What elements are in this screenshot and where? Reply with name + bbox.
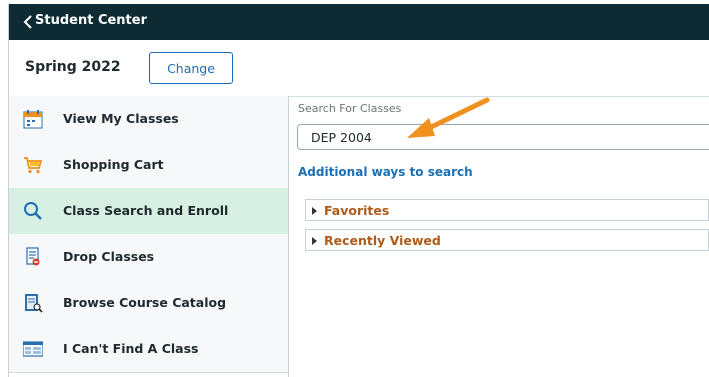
class-list-icon (23, 341, 43, 357)
annotation-arrow-icon (407, 97, 490, 138)
sidebar-item-label: Shopping Cart (63, 157, 164, 172)
drop-document-icon (26, 247, 40, 266)
sidebar-item-label: I Can't Find A Class (63, 341, 199, 356)
sidebar-item-label: View My Classes (63, 111, 179, 126)
favorites-section-toggle[interactable]: Favorites (305, 199, 709, 221)
shopping-cart-icon (24, 157, 43, 174)
sidebar-item-drop-classes[interactable]: Drop Classes (9, 234, 288, 281)
search-label: Search For Classes (298, 102, 402, 115)
app-frame: Student Center Spring 2022 Change View M… (8, 4, 709, 377)
term-name: Spring 2022 (25, 59, 121, 75)
sidebar-item-label: Class Search and Enroll (63, 203, 229, 218)
additional-ways-to-search-link[interactable]: Additional ways to search (298, 165, 473, 179)
sidebar: View My Classes Shopping Cart Class Sear… (9, 96, 289, 377)
sidebar-item-label: Browse Course Catalog (63, 295, 227, 310)
change-term-button[interactable]: Change (149, 52, 233, 84)
section-label: Favorites (324, 203, 390, 218)
sidebar-item-shopping-cart[interactable]: Shopping Cart (9, 142, 288, 189)
catalog-search-icon (25, 294, 43, 313)
top-bar: Student Center (9, 4, 709, 40)
sidebar-item-browse-course-catalog[interactable]: Browse Course Catalog (9, 280, 288, 327)
caret-right-icon (312, 207, 317, 215)
search-icon (24, 202, 42, 220)
sidebar-item-i-cant-find-a-class[interactable]: I Can't Find A Class (9, 326, 288, 373)
back-link-student-center[interactable]: Student Center (35, 13, 147, 28)
recently-viewed-section-toggle[interactable]: Recently Viewed (305, 229, 709, 251)
sidebar-item-view-my-classes[interactable]: View My Classes (9, 96, 288, 143)
calendar-icon (23, 110, 43, 129)
section-label: Recently Viewed (324, 233, 441, 248)
term-row: Spring 2022 Change (9, 40, 709, 97)
sidebar-item-label: Drop Classes (63, 249, 155, 264)
caret-right-icon (312, 237, 317, 245)
sidebar-item-class-search-and-enroll[interactable]: Class Search and Enroll (9, 188, 288, 235)
